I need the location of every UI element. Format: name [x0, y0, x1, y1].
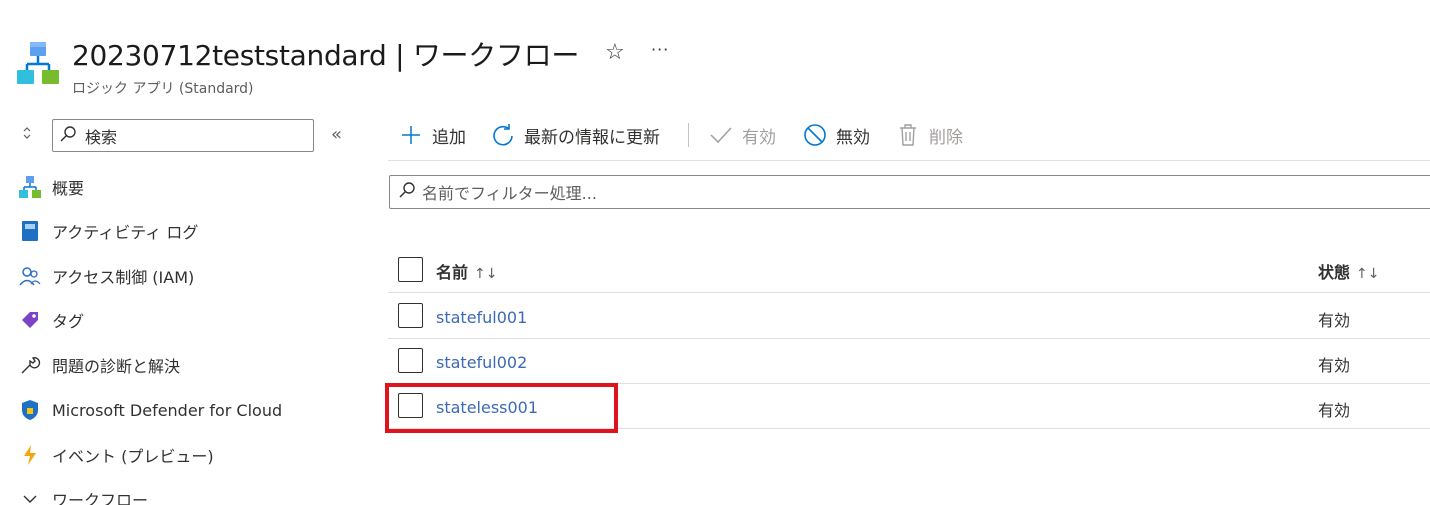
row-checkbox[interactable]: [398, 303, 423, 328]
toolbar-rule: [388, 160, 1430, 161]
workflow-state: 有効: [1318, 311, 1351, 330]
workflow-link[interactable]: stateful001: [436, 308, 527, 327]
sidebar-item-iam[interactable]: アクセス制御 (IAM): [18, 261, 194, 291]
tag-icon: [18, 308, 42, 332]
search-icon: [398, 181, 416, 203]
sidebar-item-activity-log[interactable]: アクティビティ ログ: [18, 216, 198, 246]
sidebar-item-label: Microsoft Defender for Cloud: [52, 400, 283, 420]
enable-button[interactable]: 有効: [708, 120, 776, 150]
sidebar-item-workflows[interactable]: ワークフロー: [18, 484, 148, 505]
activity-log-icon: [18, 219, 42, 243]
collapse-sidebar-icon[interactable]: «: [331, 124, 342, 145]
lightning-icon: [18, 443, 42, 467]
block-icon: [802, 122, 828, 148]
sidebar-item-overview[interactable]: 概要: [18, 172, 84, 202]
add-button-label: 追加: [432, 127, 466, 148]
sort-icon[interactable]: ↑↓: [474, 266, 497, 282]
highlight-box: [385, 383, 618, 433]
toolbar-divider: [688, 123, 689, 147]
logic-app-logo: [17, 42, 59, 86]
wrench-icon: [18, 353, 42, 377]
select-all-checkbox[interactable]: [398, 257, 423, 282]
sort-icon[interactable]: ↑↓: [1356, 266, 1379, 282]
sidebar-item-label: 問題の診断と解決: [52, 357, 181, 376]
sidebar-item-events[interactable]: イベント (プレビュー): [18, 440, 214, 470]
row-checkbox[interactable]: [398, 348, 423, 373]
shield-icon: [18, 398, 42, 422]
page-title: 20230712teststandard | ワークフロー: [72, 39, 580, 72]
sidebar-search-input[interactable]: 検索: [52, 119, 314, 152]
disable-button-label: 無効: [836, 127, 870, 148]
disable-button[interactable]: 無効: [802, 120, 870, 150]
refresh-button[interactable]: 最新の情報に更新: [490, 120, 660, 150]
sidebar-item-label: アクセス制御 (IAM): [52, 268, 195, 287]
resource-type-subtitle: ロジック アプリ (Standard): [72, 81, 254, 97]
sidebar-item-label: イベント (プレビュー): [52, 447, 214, 466]
search-icon: [59, 125, 79, 147]
refresh-icon: [490, 122, 516, 148]
sidebar-item-label: タグ: [52, 312, 85, 331]
people-icon: [18, 264, 42, 288]
filter-by-name-input[interactable]: 名前でフィルター処理...: [389, 175, 1430, 209]
checkmark-icon: [708, 122, 734, 148]
table-header-row: 名前 ↑↓ 状態 ↑↓: [388, 248, 1430, 293]
workflow-state: 有効: [1318, 401, 1351, 420]
workflow-link[interactable]: stateful002: [436, 353, 527, 372]
ellipsis-icon[interactable]: ···: [651, 40, 669, 59]
sidebar-item-defender[interactable]: Microsoft Defender for Cloud: [18, 395, 282, 425]
plus-icon: [398, 122, 424, 148]
delete-button-label: 削除: [929, 127, 963, 148]
sidebar-item-label: ワークフロー: [52, 491, 149, 505]
workflow-state: 有効: [1318, 356, 1351, 375]
delete-button[interactable]: 削除: [895, 120, 963, 150]
filter-placeholder: 名前でフィルター処理...: [422, 184, 597, 203]
table-row: stateful002 有効: [388, 339, 1430, 384]
trash-icon: [895, 122, 921, 148]
chevron-down-icon: [18, 487, 42, 505]
column-header-state-label: 状態: [1318, 263, 1351, 282]
column-header-name-label: 名前: [436, 263, 469, 282]
refresh-button-label: 最新の情報に更新: [524, 127, 660, 148]
sidebar-item-label: 概要: [52, 179, 85, 198]
expand-collapse-icon[interactable]: [22, 126, 32, 143]
logic-app-icon: [18, 175, 42, 199]
add-button[interactable]: 追加: [398, 120, 466, 150]
star-icon[interactable]: ☆: [605, 40, 625, 65]
sidebar-item-diagnose[interactable]: 問題の診断と解決: [18, 350, 180, 380]
enable-button-label: 有効: [742, 127, 776, 148]
column-header-name[interactable]: 名前 ↑↓: [436, 259, 497, 283]
column-header-state[interactable]: 状態 ↑↓: [1318, 259, 1379, 283]
table-row: stateful001 有効: [388, 294, 1430, 339]
sidebar-item-tags[interactable]: タグ: [18, 305, 84, 335]
sidebar-search-placeholder: 検索: [85, 127, 118, 147]
sidebar-item-label: アクティビティ ログ: [52, 223, 199, 242]
